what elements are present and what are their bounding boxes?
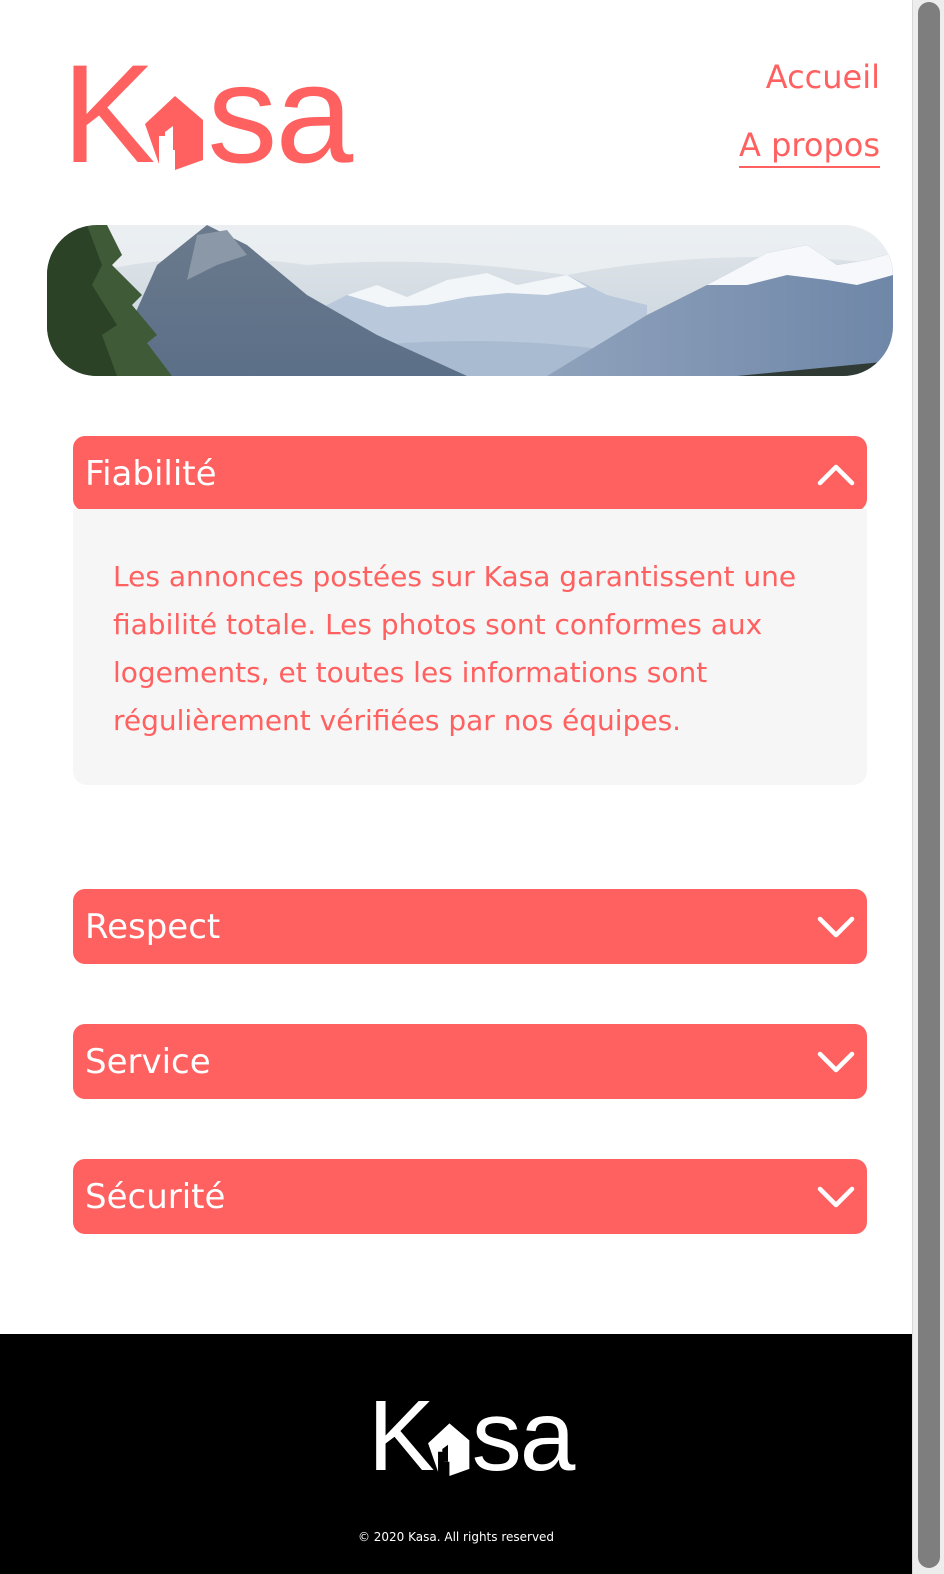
- logo-letter-k: K: [62, 35, 155, 192]
- header-logo[interactable]: K s a: [62, 35, 362, 192]
- accordion-title: Service: [85, 1041, 211, 1082]
- accordion-title: Fiabilité: [85, 453, 217, 494]
- logo-letter-a: a: [275, 35, 353, 192]
- chevron-up-icon[interactable]: [817, 462, 855, 486]
- house-icon: [427, 1423, 470, 1476]
- footer-logo: K s a: [368, 1380, 576, 1492]
- accordion-respect: Respect: [73, 889, 867, 964]
- chevron-down-icon[interactable]: [817, 1185, 855, 1209]
- logo-letter-s: s: [471, 1380, 522, 1492]
- page: K s a Accueil A propos Fiabilité Les ann…: [0, 0, 912, 1574]
- accordion-header[interactable]: Sécurité: [73, 1159, 867, 1234]
- mountain-landscape-image: [47, 225, 893, 376]
- chevron-down-icon[interactable]: [817, 915, 855, 939]
- accordion-content: Les annonces postées sur Kasa garantisse…: [73, 509, 867, 785]
- house-icon: [145, 96, 204, 170]
- footer: K s a © 2020 Kasa. All rights reserved: [0, 1334, 912, 1574]
- scrollbar-thumb[interactable]: [918, 2, 940, 1568]
- accordion-header[interactable]: Service: [73, 1024, 867, 1099]
- accordion-title: Respect: [85, 906, 221, 947]
- logo-letter-a: a: [519, 1380, 576, 1492]
- accordion-fiabilite: Fiabilité Les annonces postées sur Kasa …: [73, 436, 867, 785]
- copyright-text: © 2020 Kasa. All rights reserved: [357, 1530, 555, 1544]
- nav-link-about[interactable]: A propos: [739, 122, 880, 168]
- logo-letter-k: K: [368, 1380, 435, 1492]
- accordion-service: Service: [73, 1024, 867, 1099]
- accordion-header[interactable]: Respect: [73, 889, 867, 964]
- accordion-text: Les annonces postées sur Kasa garantisse…: [113, 560, 797, 737]
- accordion-header[interactable]: Fiabilité: [73, 436, 867, 511]
- nav-link-home[interactable]: Accueil: [739, 54, 880, 100]
- main-nav: Accueil A propos: [739, 54, 880, 168]
- accordion-title: Sécurité: [85, 1176, 226, 1217]
- chevron-down-icon[interactable]: [817, 1050, 855, 1074]
- accordion-securite: Sécurité: [73, 1159, 867, 1234]
- banner-image: [47, 225, 893, 376]
- logo-letter-s: s: [207, 35, 277, 192]
- vertical-scrollbar[interactable]: [912, 0, 944, 1574]
